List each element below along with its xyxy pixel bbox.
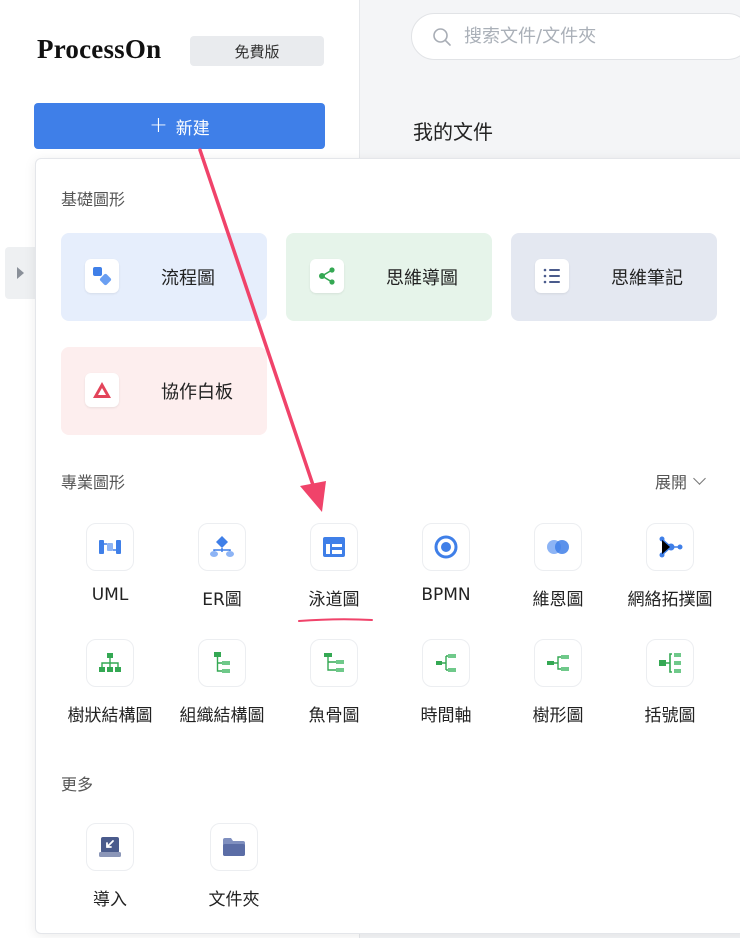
tool-er-diagram[interactable]: ER圖 — [166, 523, 278, 623]
basic-section-title: 基礎圖形 — [61, 190, 126, 209]
whiteboard-icon — [85, 373, 119, 407]
card-label: 思維筆記 — [611, 268, 683, 289]
card-mind-notes[interactable]: 思維筆記 — [511, 233, 717, 321]
bpmn-icon — [422, 523, 470, 571]
card-mindmap[interactable]: 思維導圖 — [286, 233, 492, 321]
tool-label: 維恩圖 — [532, 590, 584, 610]
tool-label: 導入 — [93, 890, 127, 910]
org-chart-icon — [198, 639, 246, 687]
bracket-icon — [646, 639, 694, 687]
page-title: 我的文件 — [413, 120, 493, 144]
new-button-label: 新建 — [175, 118, 210, 139]
tool-label: 網絡拓撲圖 — [627, 590, 713, 610]
tool-venn[interactable]: 維恩圖 — [502, 523, 614, 623]
card-label: 協作白板 — [161, 382, 233, 403]
fishbone-icon — [310, 639, 358, 687]
search-icon — [433, 27, 451, 46]
tool-label: ER圖 — [202, 590, 242, 610]
search-input[interactable] — [464, 26, 704, 47]
tree-structure-icon — [86, 639, 134, 687]
tool-label: 文件夾 — [208, 890, 260, 910]
timeline-icon — [422, 639, 470, 687]
import-icon — [86, 823, 134, 871]
professional-section-title: 專業圖形 — [61, 473, 126, 492]
tool-network-topology[interactable]: 網絡拓撲圖 — [614, 523, 726, 623]
tool-timeline[interactable]: 時間軸 — [390, 639, 502, 739]
mindmap-icon — [310, 259, 344, 293]
tool-label: BPMN — [421, 585, 471, 605]
tool-folder[interactable]: 文件夾 — [178, 823, 290, 923]
tool-fishbone[interactable]: 魚骨圖 — [278, 639, 390, 739]
expand-label: 展開 — [655, 473, 688, 492]
new-menu-dropdown: 基礎圖形 流程圖 思維導圖 思維筆記 協作白板 專業圖形 展開 UML ER圖 … — [35, 158, 740, 934]
card-label: 流程圖 — [161, 268, 215, 289]
brand-logo: ProcessOn — [37, 34, 162, 64]
tool-label: UML — [91, 585, 129, 605]
tool-label: 樹狀結構圖 — [67, 706, 153, 726]
tool-org-chart[interactable]: 組織結構圖 — [166, 639, 278, 739]
swimlane-icon — [310, 523, 358, 571]
tool-import[interactable]: 導入 — [54, 823, 166, 923]
tool-swimlane[interactable]: 泳道圖 — [278, 523, 390, 623]
more-section-title: 更多 — [61, 775, 94, 794]
sidebar-collapse-toggle[interactable] — [5, 247, 35, 299]
tool-label: 時間軸 — [420, 706, 472, 726]
tree-diagram-icon — [534, 639, 582, 687]
expand-toggle[interactable]: 展開 — [655, 469, 706, 493]
card-whiteboard[interactable]: 協作白板 — [61, 347, 267, 435]
uml-icon — [86, 523, 134, 571]
plus-icon: + — [149, 113, 168, 138]
tool-uml[interactable]: UML — [54, 523, 166, 623]
expand-arrow-icon — [17, 267, 24, 279]
flowchart-icon — [85, 259, 119, 293]
tool-label: 樹形圖 — [532, 706, 584, 726]
new-button[interactable]: + 新建 — [34, 103, 325, 149]
er-diagram-icon — [198, 523, 246, 571]
network-topology-icon — [646, 523, 694, 571]
plan-badge[interactable]: 免費版 — [190, 36, 324, 66]
tool-bracket[interactable]: 括號圖 — [614, 639, 726, 739]
folder-icon — [210, 823, 258, 871]
venn-icon — [534, 523, 582, 571]
tool-label: 魚骨圖 — [308, 706, 360, 726]
card-label: 思維導圖 — [386, 268, 458, 289]
search-box[interactable] — [411, 13, 740, 60]
annotation-underline — [298, 618, 373, 622]
tool-bpmn[interactable]: BPMN — [390, 523, 502, 623]
notes-icon — [535, 259, 569, 293]
tool-label: 組織結構圖 — [179, 706, 265, 726]
tool-tree-diagram[interactable]: 樹形圖 — [502, 639, 614, 739]
chevron-down-icon — [693, 472, 706, 485]
tool-label: 泳道圖 — [308, 590, 360, 610]
tool-label: 括號圖 — [644, 706, 696, 726]
card-flowchart[interactable]: 流程圖 — [61, 233, 267, 321]
tool-tree-structure[interactable]: 樹狀結構圖 — [54, 639, 166, 739]
